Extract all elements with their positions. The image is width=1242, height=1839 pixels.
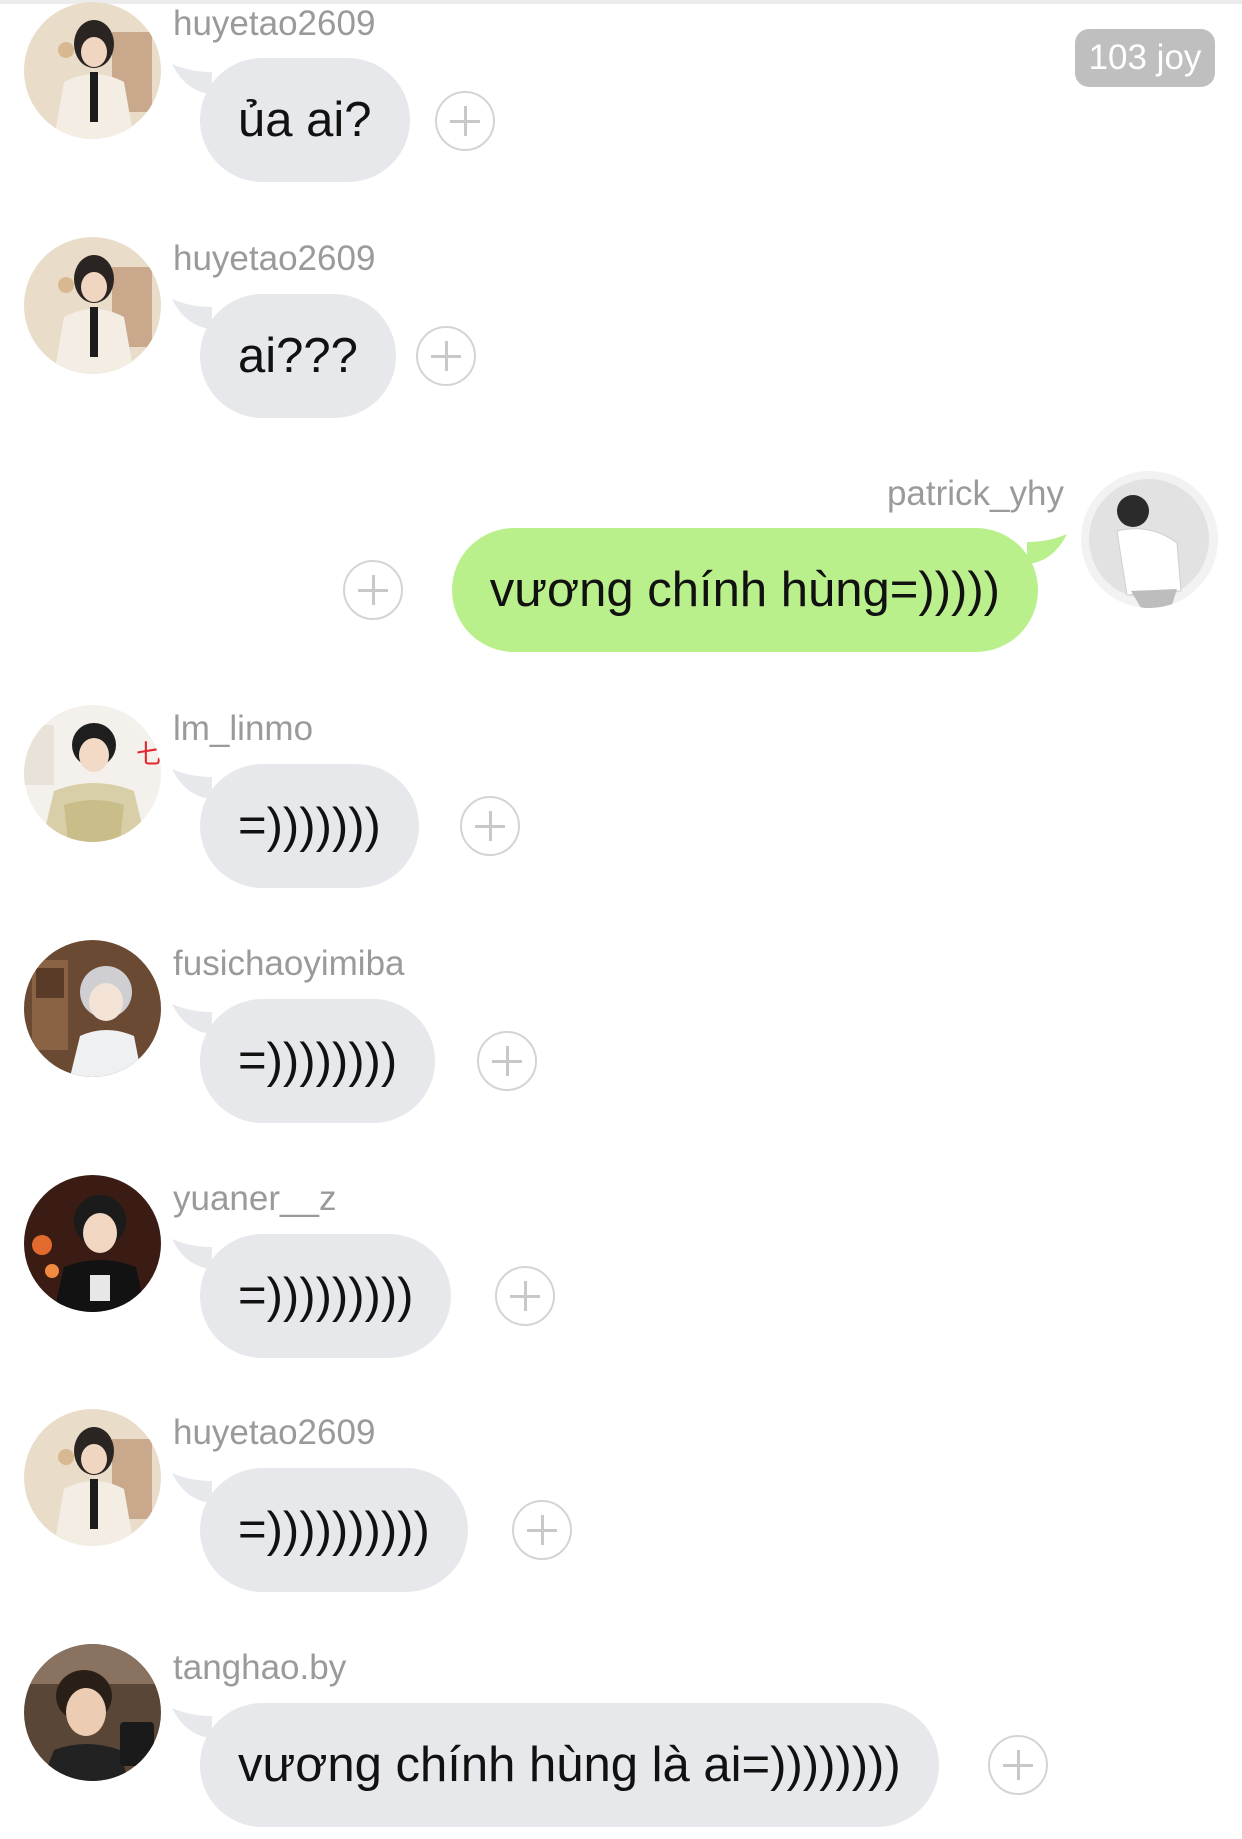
svg-text:七: 七 [136,740,161,770]
add-reaction-button[interactable] [477,1031,537,1091]
joy-count-badge[interactable]: 103 joy [1075,29,1215,87]
message-bubble[interactable]: =))))))) [200,764,419,888]
avatar-huyetao2609[interactable] [24,1409,161,1546]
avatar-yuaner__z[interactable] [24,1175,161,1312]
sender-name: tanghao.by [173,1648,347,1687]
add-reaction-button[interactable] [988,1735,1048,1795]
message-bubble[interactable]: vương chính hùng=))))) [451,528,1038,652]
sender-name: huyetao2609 [173,1413,376,1452]
avatar-lm_linmo[interactable]: 七 [24,705,161,842]
sender-name: yuaner__z [173,1179,337,1218]
sender-name: fusichaoyimiba [173,944,405,983]
add-reaction-button[interactable] [343,560,403,620]
message-bubble[interactable]: vương chính hùng là ai=)))))))) [200,1703,939,1827]
message-bubble[interactable]: =)))))))))) [200,1468,468,1592]
avatar-fusichaoyimiba[interactable] [24,940,161,1077]
message-bubble[interactable]: =))))))))) [200,1234,452,1358]
add-reaction-button[interactable] [435,91,495,151]
avatar-huyetao2609[interactable] [24,2,161,139]
add-reaction-button[interactable] [416,326,476,386]
add-reaction-button[interactable] [495,1266,555,1326]
sender-name: huyetao2609 [173,4,376,43]
avatar-patrick_yhy[interactable] [1081,471,1218,608]
sender-name: huyetao2609 [173,239,376,278]
sender-name: patrick_yhy [886,474,1064,513]
avatar-tanghao.by[interactable] [24,1644,161,1781]
message-bubble[interactable]: ai??? [200,294,396,418]
sender-name: lm_linmo [173,709,314,748]
add-reaction-button[interactable] [512,1500,572,1560]
message-bubble[interactable]: =)))))))) [200,999,436,1123]
avatar-huyetao2609[interactable] [24,237,161,374]
message-bubble[interactable]: ủa ai? [200,58,410,182]
add-reaction-button[interactable] [460,796,520,856]
